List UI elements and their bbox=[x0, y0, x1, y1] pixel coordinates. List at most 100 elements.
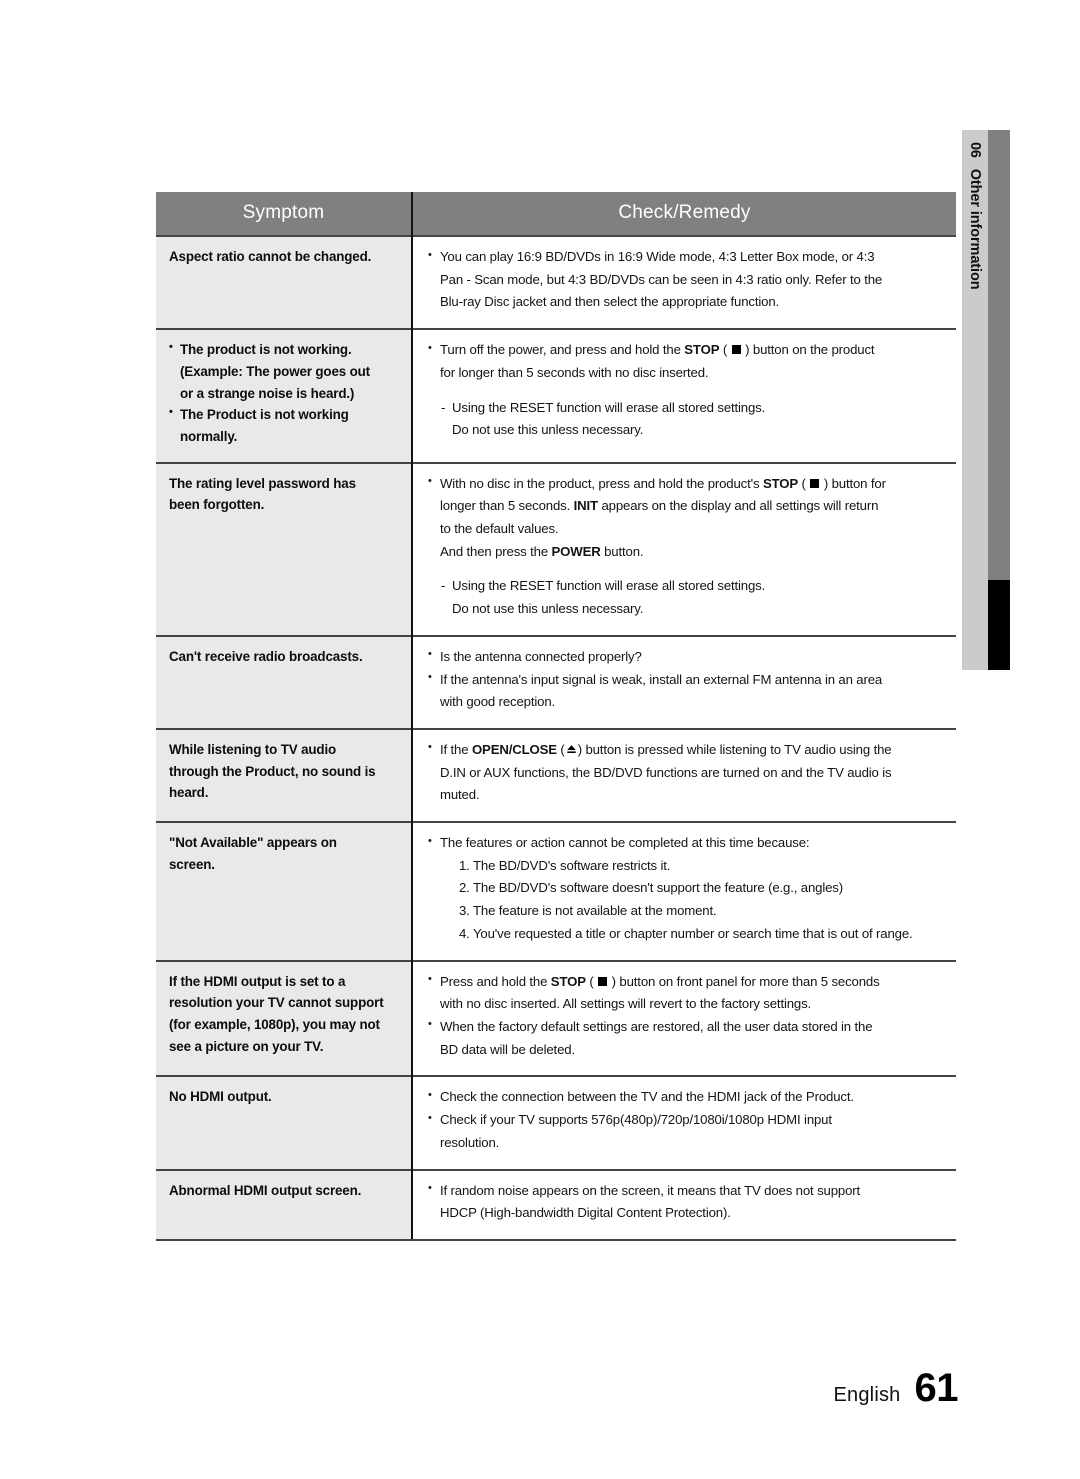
symptom-continuation: normally. bbox=[180, 428, 238, 444]
remedy-numbered-item: 1. The BD/DVD's software restricts it. bbox=[459, 857, 671, 873]
chapter-band-gray bbox=[988, 130, 1010, 580]
remedy-bullet: If random noise appears on the screen, i… bbox=[427, 1179, 944, 1203]
symptom-cell: "Not Available" appears on screen. bbox=[156, 821, 413, 961]
remedy-dash-continuation: Do not use this unless necessary. bbox=[452, 422, 644, 438]
table-row: No HDMI output. Check the connection bet… bbox=[156, 1075, 956, 1170]
remedy-continuation: with no disc inserted. All settings will… bbox=[440, 996, 812, 1012]
remedy-cell: You can play 16:9 BD/DVDs in 16:9 Wide m… bbox=[412, 234, 956, 330]
symptom-line: "Not Available" appears on bbox=[169, 835, 337, 851]
remedy-cell: Check the connection between the TV and … bbox=[412, 1075, 956, 1170]
table-row: The product is not working. (Example: Th… bbox=[156, 328, 956, 463]
remedy-continuation: muted. bbox=[440, 787, 480, 803]
chapter-band-black bbox=[988, 580, 1010, 670]
table-header: Symptom Check/Remedy bbox=[156, 192, 956, 236]
remedy-bullet: If the OPEN/CLOSE ( ) button is pressed w… bbox=[427, 738, 944, 762]
remedy-continuation: for longer than 5 seconds with no disc i… bbox=[440, 364, 709, 380]
symptom-line: Can't receive radio broadcasts. bbox=[169, 648, 363, 664]
remedy-continuation: resolution. bbox=[440, 1134, 500, 1150]
remedy-numbered-item: 2. The BD/DVD's software doesn't support… bbox=[459, 880, 843, 896]
symptom-continuation: or a strange noise is heard.) bbox=[180, 385, 355, 401]
remedy-text: ) button on front panel for more than 5 … bbox=[608, 973, 880, 989]
symptom-line: through the Product, no sound is bbox=[169, 763, 376, 779]
remedy-text: ( bbox=[556, 741, 565, 757]
symptom-line: While listening to TV audio bbox=[169, 741, 337, 757]
remedy-continuation: to the default values. bbox=[440, 521, 559, 537]
remedy-continuation: And then press the POWER button. bbox=[427, 541, 944, 564]
init-label: INIT bbox=[573, 498, 598, 514]
remedy-text: ( bbox=[585, 973, 598, 989]
chapter-name: Other information bbox=[967, 168, 983, 290]
remedy-cell: With no disc in the product, press and h… bbox=[412, 461, 956, 636]
stop-square-icon bbox=[810, 478, 820, 488]
stop-button-label: STOP bbox=[550, 973, 586, 989]
remedy-dash-note: Using the RESET function will erase all … bbox=[427, 575, 944, 598]
remedy-cell: If random noise appears on the screen, i… bbox=[412, 1168, 956, 1241]
symptom-line: heard. bbox=[169, 785, 209, 801]
remedy-cell: Turn off the power, and press and hold t… bbox=[412, 328, 956, 463]
symptom-cell: While listening to TV audio through the … bbox=[156, 727, 413, 823]
remedy-text: Turn off the power, and press and hold t… bbox=[440, 342, 685, 358]
remedy-numbered-item: 3. The feature is not available at the m… bbox=[459, 903, 717, 919]
remedy-text: With no disc in the product, press and h… bbox=[440, 475, 763, 491]
remedy-cell: Is the antenna connected properly? If th… bbox=[412, 634, 956, 729]
column-header-symptom: Symptom bbox=[156, 192, 413, 236]
remedy-text: Press and hold the bbox=[440, 973, 551, 989]
remedy-bullet: Is the antenna connected properly? bbox=[427, 645, 944, 669]
remedy-continuation: with good reception. bbox=[440, 694, 556, 710]
table-header-row: Symptom Check/Remedy bbox=[156, 192, 956, 236]
table-row: While listening to TV audio through the … bbox=[156, 727, 956, 823]
remedy-bullet: The features or action cannot be complet… bbox=[427, 832, 944, 855]
remedy-bullet: Turn off the power, and press and hold t… bbox=[427, 339, 944, 362]
symptom-line: The rating level password has bbox=[169, 475, 356, 491]
remedy-continuation: HDCP (High-bandwidth Digital Content Pro… bbox=[440, 1205, 731, 1221]
table-body: Aspect ratio cannot be changed. You can … bbox=[156, 234, 956, 1241]
remedy-text: ( bbox=[719, 342, 731, 358]
remedy-cell: Press and hold the STOP ( ) button on fr… bbox=[412, 959, 956, 1077]
stop-button-label: STOP bbox=[762, 475, 799, 491]
remedy-text: If the bbox=[440, 741, 472, 757]
symptom-cell: Abnormal HDMI output screen. bbox=[156, 1168, 413, 1241]
chapter-tab: 06 Other information bbox=[962, 130, 988, 670]
troubleshooting-table: Symptom Check/Remedy Aspect ratio cannot… bbox=[156, 192, 956, 1241]
remedy-text: longer than 5 seconds. bbox=[440, 498, 574, 514]
table-row: Aspect ratio cannot be changed. You can … bbox=[156, 234, 956, 330]
stop-square-icon bbox=[598, 976, 608, 986]
remedy-dash-continuation: Do not use this unless necessary. bbox=[452, 601, 644, 617]
eject-icon bbox=[566, 740, 577, 753]
symptom-cell: The rating level password has been forgo… bbox=[156, 461, 413, 636]
symptom-continuation: (Example: The power goes out bbox=[180, 363, 370, 379]
remedy-text: ( bbox=[798, 475, 810, 491]
remedy-continuation: Pan - Scan mode, but 4:3 BD/DVDs can be … bbox=[440, 271, 883, 287]
remedy-cell: The features or action cannot be complet… bbox=[412, 821, 956, 961]
symptom-line: Aspect ratio cannot be changed. bbox=[169, 249, 372, 264]
symptom-line: resolution your TV cannot support bbox=[169, 995, 384, 1011]
remedy-text: ) button is pressed while listening to T… bbox=[577, 741, 892, 757]
symptom-line: see a picture on your TV. bbox=[169, 1038, 324, 1054]
stop-square-icon bbox=[731, 345, 741, 355]
symptom-line: been forgotten. bbox=[169, 497, 265, 513]
chapter-tab-label: 06 Other information bbox=[962, 130, 988, 670]
symptom-line: screen. bbox=[169, 856, 215, 872]
symptom-line: Abnormal HDMI output screen. bbox=[169, 1182, 362, 1198]
openclose-button-label: OPEN/CLOSE bbox=[471, 741, 557, 757]
chapter-number: 06 bbox=[967, 142, 983, 158]
remedy-continuation: Blu-ray Disc jacket and then select the … bbox=[440, 294, 780, 310]
page-footer: English 61 bbox=[834, 1366, 959, 1411]
table-row: The rating level password has been forgo… bbox=[156, 461, 956, 636]
symptom-line: If the HDMI output is set to a bbox=[169, 973, 346, 989]
symptom-bullet: The Product is not working bbox=[169, 404, 401, 426]
symptom-line: No HDMI output. bbox=[169, 1089, 272, 1105]
remedy-bullet: Check if your TV supports 576p(480p)/720… bbox=[427, 1109, 944, 1132]
table-row: Can't receive radio broadcasts. Is the a… bbox=[156, 634, 956, 729]
remedy-bullet: You can play 16:9 BD/DVDs in 16:9 Wide m… bbox=[427, 246, 944, 269]
symptom-cell: If the HDMI output is set to a resolutio… bbox=[156, 959, 413, 1077]
remedy-numbered-item: 4. You've requested a title or chapter n… bbox=[459, 925, 913, 941]
symptom-cell: No HDMI output. bbox=[156, 1075, 413, 1170]
symptom-cell: Can't receive radio broadcasts. bbox=[156, 634, 413, 729]
remedy-bullet: If the antenna's input signal is weak, i… bbox=[427, 668, 944, 692]
remedy-bullet: When the factory default settings are re… bbox=[427, 1015, 944, 1039]
remedy-text: And then press the bbox=[440, 543, 552, 559]
remedy-text: ) button for bbox=[820, 475, 886, 491]
remedy-dash-note: Using the RESET function will erase all … bbox=[427, 397, 944, 420]
symptom-cell: The product is not working. (Example: Th… bbox=[156, 328, 413, 463]
